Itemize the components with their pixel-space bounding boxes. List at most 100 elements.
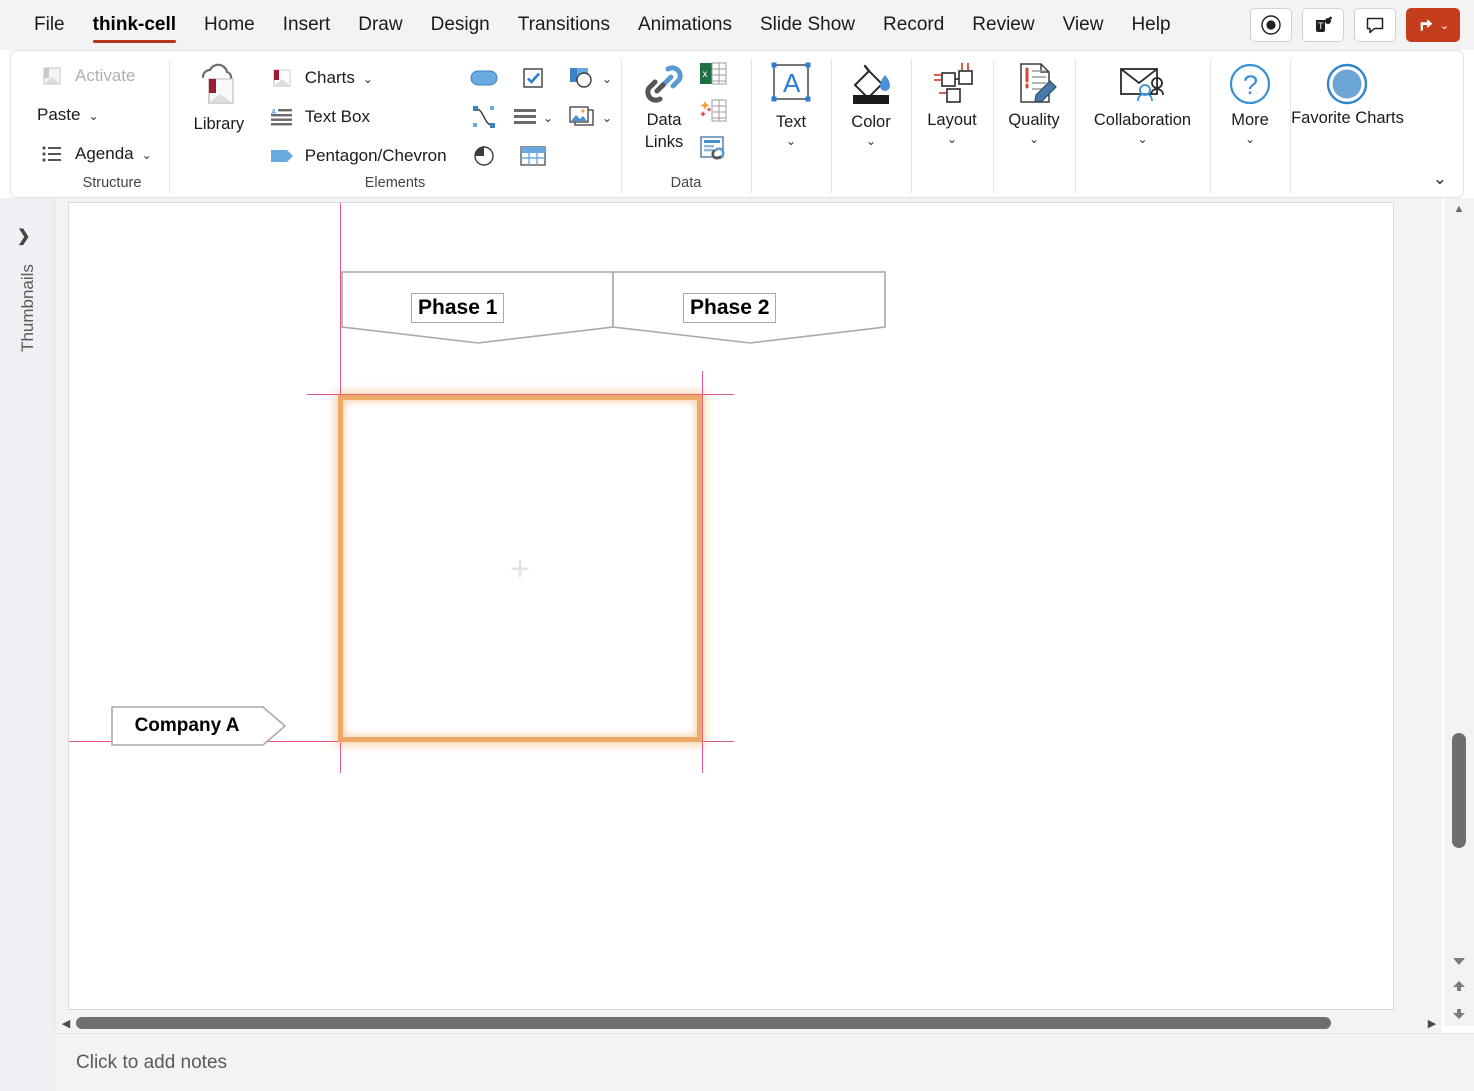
collaboration-button[interactable]: Collaboration ⌄ [1094,51,1191,169]
paint-bucket-icon [853,64,890,104]
paste-label: Paste [37,105,81,124]
favorite-charts-button[interactable]: Favorite Charts [1291,51,1404,169]
chevron-down-icon: ⌄ [865,134,877,149]
svg-text:A: A [783,68,801,98]
vertical-scroll-buttons [1444,948,1474,1026]
tab-review[interactable]: Review [958,0,1048,50]
scroll-down-arrow-icon[interactable] [1444,948,1474,974]
lines-dropdown[interactable]: ⌄ [507,107,559,127]
chevron-down-icon: ⌄ [88,109,99,123]
data-links-button[interactable]: Data Links [629,51,699,169]
pentagon-chevron-label: Pentagon/Chevron [304,145,447,165]
ribbon-collapse-button[interactable]: ⌄ [1433,169,1447,189]
tab-draw[interactable]: Draw [344,0,416,50]
phase-banner[interactable]: Phase 1 Phase 2 [341,271,886,346]
charts-button[interactable]: Charts ⌄ [263,58,451,97]
blue-circle-icon [1327,63,1368,105]
tab-file[interactable]: File [20,0,79,50]
quality-button[interactable]: Quality ⌄ [1003,51,1065,169]
tab-insert[interactable]: Insert [269,0,345,50]
harvey-ball-icon[interactable] [461,145,507,167]
library-label: Library [193,115,245,133]
tab-help[interactable]: Help [1117,0,1184,50]
connector-icon[interactable] [461,105,507,129]
shapes-dropdown[interactable]: ⌄ [559,66,621,90]
ribbon-group-layout: Layout ⌄ [911,51,993,193]
elements-item-list: Charts ⌄ A Text Box Pentagon/Chevron [263,51,451,175]
tab-transitions[interactable]: Transitions [504,0,624,50]
data-sparkle-icon[interactable] [699,98,727,129]
activate-label: Activate [75,66,136,86]
horizontal-scrollbar[interactable]: ◀ ▶ [56,1013,1442,1033]
share-button[interactable]: ⌄ [1406,8,1460,42]
company-a-label[interactable]: Company A [111,706,263,746]
share-chevron-icon: ⌄ [1439,19,1450,32]
record-button[interactable] [1250,8,1292,42]
tab-design[interactable]: Design [417,0,504,50]
bottom-left-filler [0,1026,56,1091]
svg-text:T: T [1318,21,1324,31]
scroll-up-arrow-icon[interactable]: ▲ [1444,198,1474,220]
library-button[interactable]: Library [185,51,253,169]
horizontal-scroll-track[interactable] [76,1013,1422,1033]
notes-placeholder[interactable]: Click to add notes [76,1052,227,1074]
guide-vertical-right[interactable] [702,371,703,773]
rounded-rectangle-icon[interactable] [461,68,507,88]
chain-link-icon [645,65,683,103]
layout-button[interactable]: Layout ⌄ [921,51,983,169]
scroll-right-arrow-icon[interactable]: ▶ [1422,1017,1442,1030]
ribbon-group-favorite-charts: Favorite Charts [1290,51,1405,193]
pentagon-chevron-button[interactable]: Pentagon/Chevron [263,136,451,175]
library-icon [201,63,234,104]
horizontal-scroll-thumb[interactable] [76,1017,1331,1029]
chevron-down-icon: ⌄ [946,132,958,147]
excel-sheet-icon[interactable]: x [699,61,727,92]
tab-animations[interactable]: Animations [624,0,746,50]
vertical-scroll-thumb[interactable] [1452,733,1466,848]
comments-button[interactable] [1354,8,1396,42]
envelope-people-icon [1120,68,1165,102]
data-links-label: Data Links [644,111,684,152]
tab-view[interactable]: View [1049,0,1118,50]
next-slide-button[interactable] [1444,1000,1474,1026]
thumbnails-label: Thumbnails [18,264,37,352]
phase-2-label[interactable]: Phase 2 [683,293,777,323]
tab-record[interactable]: Record [869,0,958,50]
tab-home[interactable]: Home [190,0,269,50]
text-label: Text [775,113,807,131]
company-a-pentagon[interactable]: Company A [111,706,287,746]
comment-icon [1366,17,1384,34]
paste-button[interactable]: Paste ⌄ [33,96,103,135]
question-circle-icon: ? [1229,63,1271,105]
chevron-down-icon: ⌄ [362,71,373,86]
image-dropdown[interactable]: ⌄ [559,105,621,129]
ribbon-group-color: Color ⌄ [831,51,911,193]
teams-present-button[interactable]: T [1302,8,1344,42]
text-button[interactable]: A Text ⌄ [760,51,822,169]
previous-slide-button[interactable] [1444,974,1474,1000]
ribbon-group-data: Data Links x Data [621,51,751,193]
activate-button[interactable]: Activate [33,57,139,96]
checkbox-icon[interactable] [507,67,559,89]
slide[interactable]: Phase 1 Phase 2 + Company A [68,202,1394,1010]
group-label-data: Data [670,175,702,191]
color-button[interactable]: Color ⌄ [840,51,902,169]
chevron-down-icon: ⌄ [1137,132,1148,147]
phase-1-label[interactable]: Phase 1 [411,293,505,323]
notes-pane[interactable]: Click to add notes [56,1033,1474,1091]
tab-slide-show[interactable]: Slide Show [746,0,869,50]
agenda-button[interactable]: Agenda ⌄ [33,134,156,173]
table-icon[interactable] [507,145,559,166]
scroll-left-arrow-icon[interactable]: ◀ [56,1017,76,1030]
text-box-button[interactable]: A Text Box [263,97,451,136]
chart-grid-icon [37,65,67,87]
ribbon-group-more: ? More ⌄ [1210,51,1290,193]
linked-data-icon[interactable] [699,135,727,166]
slide-canvas-area[interactable]: Phase 1 Phase 2 + Company A [56,198,1442,1026]
layout-label: Layout [927,111,977,129]
tab-think-cell[interactable]: think-cell [79,0,190,50]
more-button[interactable]: ? More ⌄ [1219,51,1281,169]
placeholder-plus-icon: + [510,549,530,588]
selected-shape[interactable]: + [338,395,702,742]
vertical-scrollbar[interactable]: ▲ [1444,198,1474,1026]
